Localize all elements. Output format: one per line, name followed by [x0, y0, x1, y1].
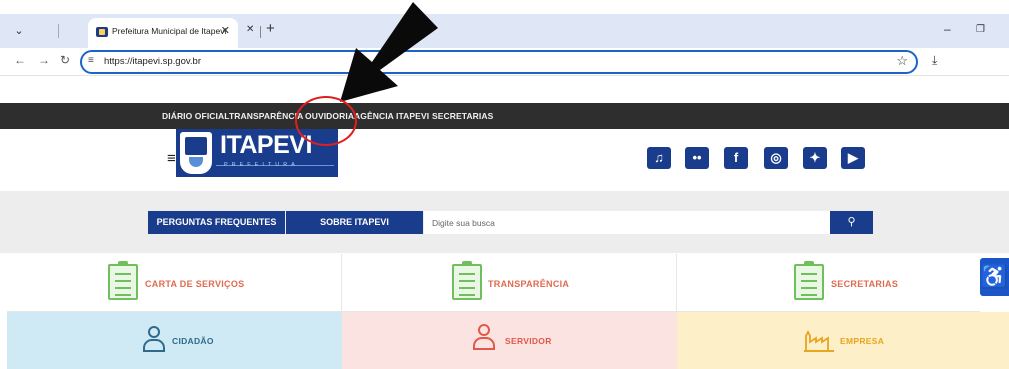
url-text: https://itapevi.sp.gov.br: [104, 56, 201, 67]
close-tab-icon[interactable]: ✕: [221, 24, 230, 37]
tab-strip: ⌄ Prefeitura Municipal de Itapevi ✕ ✕ + …: [0, 14, 1009, 48]
facebook-icon[interactable]: f: [724, 147, 748, 169]
download-icon[interactable]: ⤓: [932, 53, 937, 68]
minimize-icon[interactable]: –: [944, 22, 951, 36]
browser-toolbar: ← → ↻ ≡ https://itapevi.sp.gov.br ☆ ⤓: [0, 48, 1009, 76]
site-favicon-icon: [96, 27, 108, 37]
logo-text: ITAPEVI: [220, 131, 312, 159]
search-icon: ⚲: [847, 216, 856, 228]
logo-subtitle: PREFEITURA: [224, 162, 299, 168]
youtube-icon[interactable]: ▶: [841, 147, 865, 169]
checklist-icon: [794, 261, 824, 300]
site-settings-icon[interactable]: ≡: [88, 55, 94, 66]
restore-icon[interactable]: ❐: [976, 24, 985, 35]
card-cidadao[interactable]: CIDADÃO: [7, 312, 342, 369]
card-transparencia[interactable]: TRANSPARÊNCIA: [342, 254, 677, 312]
reload-icon[interactable]: ↻: [60, 53, 70, 67]
card-secretarias[interactable]: SECRETARIAS: [677, 254, 980, 312]
new-tab-icon[interactable]: +: [266, 20, 275, 37]
star-icon[interactable]: ☆: [896, 53, 908, 69]
card-servidor[interactable]: SERVIDOR: [342, 312, 677, 369]
search-input[interactable]: [424, 211, 830, 234]
checklist-icon: [452, 261, 482, 300]
nav-transparencia[interactable]: TRANSPARÊNCIA: [229, 111, 303, 121]
card-label: CIDADÃO: [172, 336, 214, 346]
card-label: SECRETARIAS: [831, 279, 899, 289]
tab-title: Prefeitura Municipal de Itapevi: [112, 26, 227, 36]
browser-tab[interactable]: Prefeitura Municipal de Itapevi ✕: [88, 18, 238, 48]
chevron-down-icon[interactable]: ⌄: [10, 22, 28, 40]
card-carta-de-servicos[interactable]: CARTA DE SERVIÇOS: [7, 254, 342, 312]
faq-button[interactable]: PERGUNTAS FREQUENTES: [148, 211, 285, 234]
card-label: TRANSPARÊNCIA: [488, 279, 570, 289]
tab-divider: [260, 26, 261, 38]
flickr-icon[interactable]: ••: [685, 147, 709, 169]
browser-window: ⌄ Prefeitura Municipal de Itapevi ✕ ✕ + …: [0, 0, 1009, 369]
card-label: SERVIDOR: [505, 336, 552, 346]
twitter-icon[interactable]: ✦: [803, 147, 827, 169]
factory-icon: [804, 328, 834, 352]
checklist-icon: [108, 261, 138, 300]
forward-icon[interactable]: →: [38, 53, 50, 67]
worker-icon: [473, 324, 495, 350]
accessibility-button[interactable]: ♿: [980, 258, 1009, 296]
tab-divider: [58, 24, 59, 38]
close-icon[interactable]: ✕: [246, 24, 254, 35]
card-empresa[interactable]: EMPRESA: [677, 312, 1009, 369]
menu-icon[interactable]: ≡: [167, 150, 176, 167]
coat-of-arms-icon: [180, 132, 212, 174]
annotation-circle: [295, 96, 357, 146]
back-icon[interactable]: ←: [14, 53, 26, 67]
address-bar[interactable]: ≡ https://itapevi.sp.gov.br ☆: [80, 50, 918, 74]
about-itapevi-button[interactable]: SOBRE ITAPEVI: [286, 211, 423, 234]
citizen-icon: [143, 326, 165, 352]
tiktok-icon[interactable]: ♫: [647, 147, 671, 169]
wheelchair-icon: ♿: [980, 264, 1009, 289]
instagram-icon[interactable]: ◎: [764, 147, 788, 169]
nav-diario-oficial[interactable]: DIÁRIO OFICIAL: [162, 111, 230, 121]
card-label: CARTA DE SERVIÇOS: [145, 279, 245, 289]
search-button[interactable]: ⚲: [830, 211, 873, 234]
site-topbar: DIÁRIO OFICIAL TRANSPARÊNCIA OUVIDORIA A…: [0, 103, 1009, 129]
card-label: EMPRESA: [840, 336, 885, 346]
